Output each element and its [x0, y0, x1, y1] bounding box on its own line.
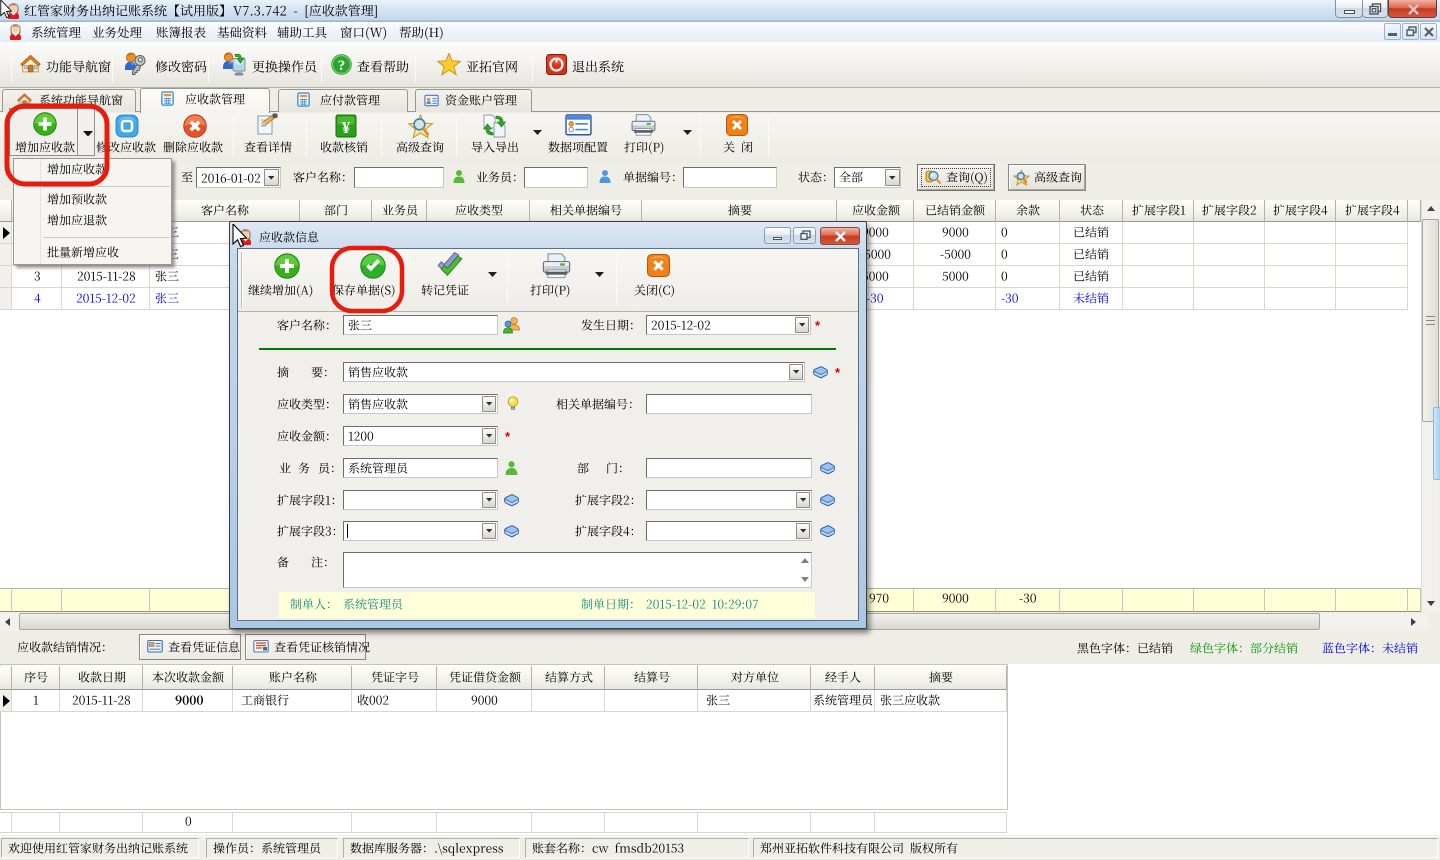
svg-text:?: ? — [338, 58, 346, 74]
